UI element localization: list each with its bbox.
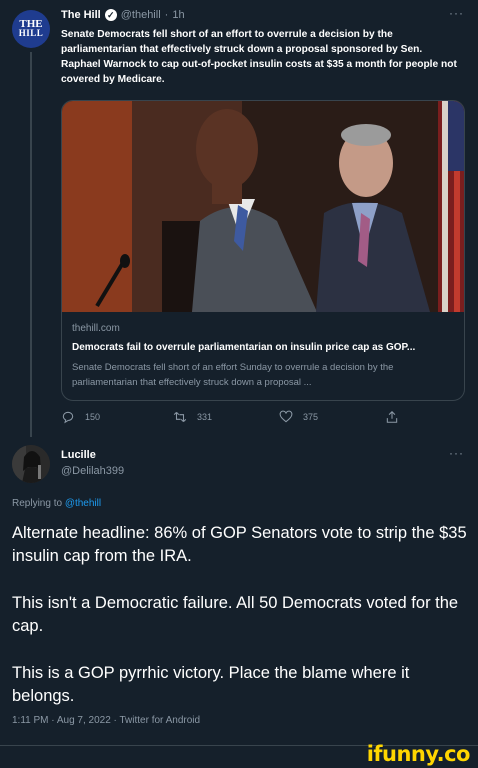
separator-dot: · (164, 9, 169, 21)
share-action[interactable] (385, 410, 399, 424)
link-preview-card[interactable]: thehill.com Democrats fail to overrule p… (61, 100, 465, 401)
article-photo (62, 101, 464, 312)
reply-count: 150 (85, 412, 101, 422)
lucille-avatar[interactable] (12, 445, 50, 483)
reply-action[interactable]: 150 (61, 410, 100, 424)
like-action[interactable]: 375 (279, 410, 318, 424)
author-name[interactable]: The Hill (61, 9, 101, 21)
share-icon (386, 411, 398, 423)
ifunny-watermark: ifunny.co (366, 742, 471, 766)
more-options-icon[interactable]: ··· (449, 446, 464, 460)
heart-icon (279, 410, 293, 423)
tweet-text: Senate Democrats fell short of an effort… (61, 29, 457, 85)
card-description: Senate Democrats fell short of an effort… (72, 362, 394, 388)
like-count: 375 (303, 412, 319, 422)
replying-to: Replying to @thehill (12, 498, 101, 509)
reply-tweet-text: Alternate headline: 86% of GOP Senators … (12, 522, 470, 732)
retweet-count: 331 (197, 412, 213, 422)
reply-bubble-icon (62, 411, 74, 424)
the-hill-avatar[interactable]: THE HILL (12, 10, 50, 48)
reply-author-handle[interactable]: @Delilah399 (61, 465, 124, 477)
retweet-icon (173, 411, 187, 423)
reply-author-name[interactable]: Lucille (61, 449, 96, 461)
reply-paragraph: This is a GOP pyrrhic victory. Place the… (12, 664, 410, 705)
avatar-text-hill: HILL (18, 28, 44, 38)
retweet-action[interactable]: 331 (173, 410, 212, 424)
verified-check-icon: ✓ (104, 9, 117, 21)
card-domain: thehill.com (72, 323, 120, 334)
reply-paragraph: This isn't a Democratic failure. All 50 … (12, 594, 459, 635)
author-handle[interactable]: @thehill (121, 9, 161, 21)
replying-to-link[interactable]: @thehill (65, 498, 101, 509)
replying-to-prefix: Replying to (12, 498, 63, 509)
thread-connector-line (30, 52, 32, 437)
more-options-icon[interactable]: ··· (449, 6, 464, 20)
card-title: Democrats fail to overrule parliamentari… (72, 342, 416, 353)
tweet-header: The Hill ✓ @thehill · 1h (61, 9, 185, 21)
lucille-avatar-image (12, 445, 50, 483)
tweet-timestamp-source[interactable]: 1:11 PM · Aug 7, 2022 · Twitter for Andr… (12, 715, 200, 726)
tweet-time[interactable]: 1h (172, 9, 184, 21)
tweet-action-bar: 150 331 375 (61, 410, 401, 428)
reply-paragraph: Alternate headline: 86% of GOP Senators … (12, 524, 467, 565)
